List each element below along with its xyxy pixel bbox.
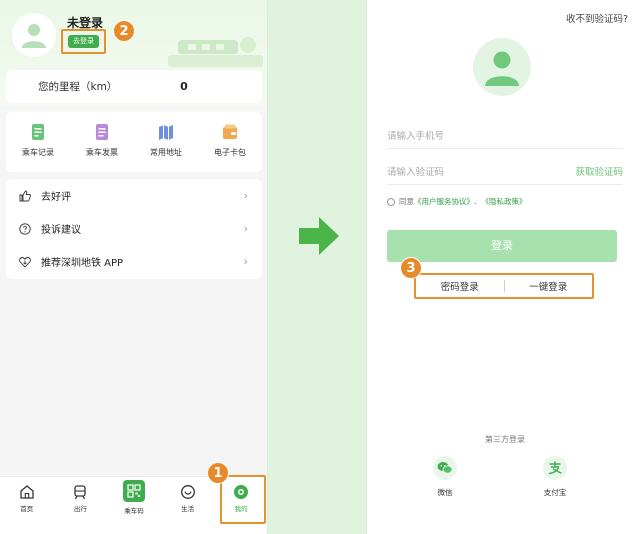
tab-label: 首页 xyxy=(20,505,34,513)
wechat-icon xyxy=(433,456,457,480)
quick-item-label: 电子卡包 xyxy=(214,148,246,157)
home-icon xyxy=(20,485,34,499)
invoice-icon xyxy=(96,124,108,140)
alt-login-options: 密码登录 一键登录 xyxy=(414,273,594,299)
quick-item-wallet[interactable]: 电子卡包 xyxy=(198,112,262,172)
alipay-login[interactable]: 支付宝 xyxy=(543,456,567,498)
wechat-login[interactable]: 微信 xyxy=(433,456,457,498)
menu-item-label: 推荐深圳地铁 APP xyxy=(41,258,124,269)
user-avatar-icon xyxy=(485,51,519,86)
train-icon xyxy=(74,485,87,500)
code-input[interactable]: 请输入验证码 获取验证码 xyxy=(387,164,623,185)
quick-item-invoice[interactable]: 乘车发票 xyxy=(70,112,134,172)
agree-radio[interactable] xyxy=(387,197,395,206)
get-code-button[interactable]: 获取验证码 xyxy=(575,164,623,178)
menu-item-rate[interactable]: 去好评 › xyxy=(6,179,262,212)
avatar[interactable] xyxy=(12,13,56,57)
tab-travel[interactable]: 出行 xyxy=(54,477,108,534)
quick-item-addresses[interactable]: 常用地址 xyxy=(134,112,198,172)
mileage-card: 您的里程（km） 0 xyxy=(6,70,262,103)
metro-decoration-icon xyxy=(168,37,263,67)
user-avatar-icon xyxy=(22,24,46,48)
wallet-icon xyxy=(223,124,237,139)
map-icon xyxy=(159,125,173,140)
social-label: 支付宝 xyxy=(543,488,567,497)
agree-separator: 、 xyxy=(474,197,482,206)
highlight-box-step2 xyxy=(61,29,106,54)
quick-item-ride-records[interactable]: 乘车记录 xyxy=(6,112,70,172)
login-button[interactable]: 登录 xyxy=(387,230,617,262)
no-code-link[interactable]: 收不到验证码? xyxy=(566,11,628,25)
step-3-marker: 3 xyxy=(400,257,422,279)
mileage-value: 0 xyxy=(180,80,188,93)
alipay-icon xyxy=(543,456,567,480)
question-icon xyxy=(19,222,31,235)
settings-menu: 去好评 › 投诉建议 › 推荐深圳地铁 APP › xyxy=(6,179,262,279)
tab-label: 乘车码 xyxy=(124,507,144,515)
my-page-screen: 未登录 去登录 2 您的里程（km） 0 乘车记录 乘车发票 常用地址 电子卡包… xyxy=(0,0,268,534)
chevron-right-icon: › xyxy=(243,255,248,268)
avatar xyxy=(473,38,531,96)
agree-prefix: 同意 xyxy=(399,197,414,206)
tab-life[interactable]: 生活 xyxy=(161,477,215,534)
qr-code-icon xyxy=(122,480,145,502)
code-placeholder: 请输入验证码 xyxy=(387,167,445,178)
privacy-link[interactable]: 《隐私政策》 xyxy=(482,196,527,207)
menu-item-label: 投诉建议 xyxy=(41,225,81,236)
tab-label: 生活 xyxy=(181,505,195,513)
arrow-right-icon xyxy=(299,217,339,255)
step-1-marker: 1 xyxy=(207,462,229,484)
terms-link[interactable]: 《用户服务协议》 xyxy=(414,196,474,207)
thumbs-up-icon xyxy=(19,190,31,201)
menu-item-label: 去好评 xyxy=(41,192,71,203)
login-screen: 收不到验证码? 请输入手机号 请输入验证码 获取验证码 同意 《用户服务协议》 … xyxy=(366,0,642,534)
third-party-label: 第三方登录 xyxy=(485,435,525,444)
chevron-right-icon: › xyxy=(243,189,248,202)
menu-item-feedback[interactable]: 投诉建议 › xyxy=(6,212,262,245)
phone-input[interactable]: 请输入手机号 xyxy=(387,128,623,149)
quick-actions: 乘车记录 乘车发票 常用地址 电子卡包 xyxy=(6,112,262,172)
tab-home[interactable]: 首页 xyxy=(0,477,54,534)
one-click-login-button[interactable]: 一键登录 xyxy=(505,279,593,293)
receipt-icon xyxy=(32,124,44,140)
password-login-button[interactable]: 密码登录 xyxy=(416,279,504,293)
tab-ride-code[interactable]: 乘车码 xyxy=(107,477,161,534)
highlight-box-step1 xyxy=(220,475,266,524)
quick-item-label: 乘车记录 xyxy=(22,148,54,157)
chevron-right-icon: › xyxy=(243,222,248,235)
quick-item-label: 乘车发票 xyxy=(86,148,118,157)
quick-item-label: 常用地址 xyxy=(150,148,182,157)
step-2-marker: 2 xyxy=(113,20,135,42)
life-icon xyxy=(180,485,195,499)
social-label: 微信 xyxy=(437,488,453,497)
menu-item-recommend[interactable]: 推荐深圳地铁 APP › xyxy=(6,245,262,278)
heart-download-icon xyxy=(19,256,31,268)
agreement-row: 同意 《用户服务协议》 、 《隐私政策》 xyxy=(387,196,527,207)
tab-label: 出行 xyxy=(73,505,87,513)
